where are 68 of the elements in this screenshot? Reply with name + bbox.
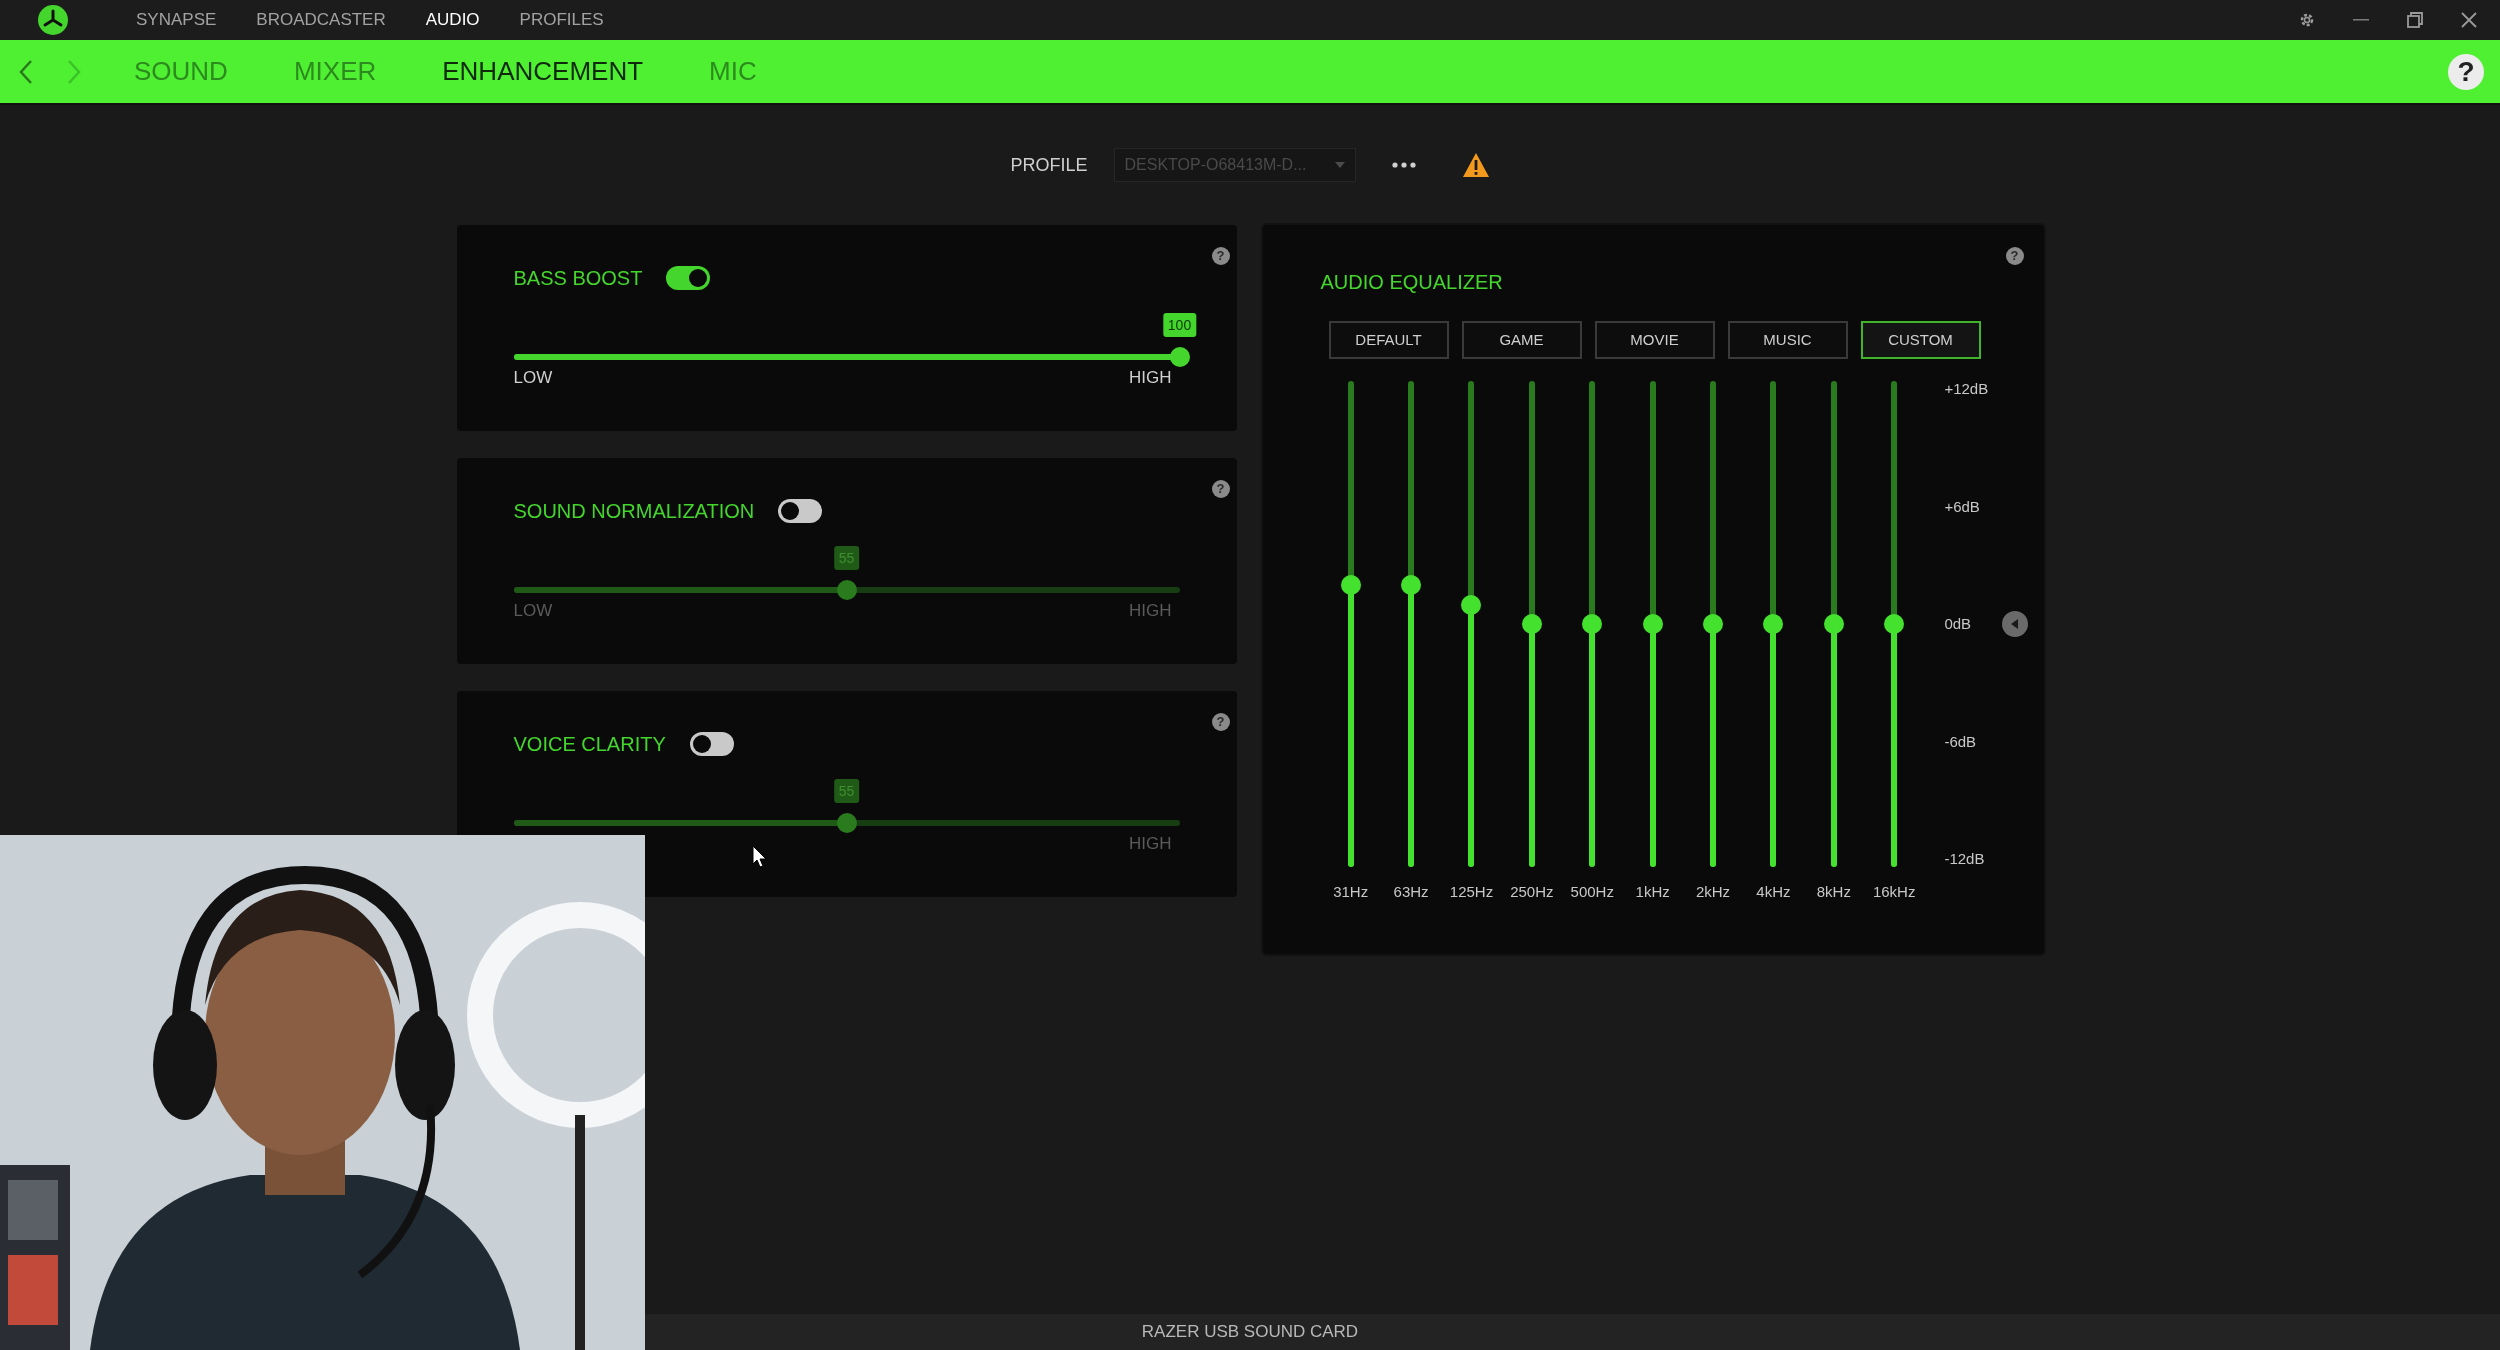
scale-label: -12dB xyxy=(1944,851,1986,867)
equalizer-title: AUDIO EQUALIZER xyxy=(1320,270,1503,291)
eq-slider-thumb[interactable] xyxy=(1521,614,1542,634)
top-tab[interactable]: SYNAPSE xyxy=(136,7,217,33)
low-label: LOW xyxy=(513,367,553,389)
preset-button[interactable]: MUSIC xyxy=(1727,321,1848,359)
help-button[interactable]: ? xyxy=(1211,713,1230,731)
help-button[interactable]: ? xyxy=(2448,53,2484,90)
device-name: RAZER USB SOUND CARD xyxy=(1141,1321,1359,1344)
restore-icon[interactable] xyxy=(2406,11,2424,29)
toggle-switch[interactable] xyxy=(666,266,711,290)
minimize-icon[interactable] xyxy=(2352,18,2370,22)
profile-label: PROFILE xyxy=(1010,153,1088,177)
help-button[interactable]: ? xyxy=(2005,247,2024,265)
card-title: BASS BOOST xyxy=(513,266,643,291)
top-tab[interactable]: PROFILES xyxy=(519,7,604,33)
cursor-icon xyxy=(752,845,768,869)
band-label: 500Hz xyxy=(1570,882,1614,902)
band-label: 1kHz xyxy=(1635,882,1670,902)
high-label: HIGH xyxy=(1129,600,1172,622)
eq-slider-thumb[interactable] xyxy=(1763,614,1784,634)
eq-slider-thumb[interactable] xyxy=(1703,614,1724,634)
scale-label: +6dB xyxy=(1944,498,1981,515)
band-label: 16kHz xyxy=(1872,882,1916,902)
low-label: LOW xyxy=(513,600,553,622)
eq-slider-thumb[interactable] xyxy=(1461,594,1482,615)
scale-label: 0dB xyxy=(1944,616,1973,632)
band-label: 63Hz xyxy=(1393,882,1429,902)
band-label: 250Hz xyxy=(1510,882,1554,902)
card-title: SOUND NORMALIZATION xyxy=(513,499,755,524)
top-tab[interactable]: BROADCASTER xyxy=(256,7,386,33)
logo-icon[interactable] xyxy=(38,5,68,35)
preset-button[interactable]: CUSTOM xyxy=(1860,321,1981,359)
nav-tab[interactable]: ENHANCEMENT xyxy=(442,52,644,91)
scale-label: -6dB xyxy=(1944,733,1978,750)
top-tab[interactable]: AUDIO xyxy=(425,7,480,33)
high-label: HIGH xyxy=(1129,367,1172,389)
band-label: 4kHz xyxy=(1756,882,1791,902)
band-label: 125Hz xyxy=(1449,882,1494,902)
eq-slider-thumb[interactable] xyxy=(1823,614,1844,634)
toggle-switch[interactable] xyxy=(778,499,823,523)
band-label: 2kHz xyxy=(1695,882,1731,902)
slider-thumb[interactable] xyxy=(1169,347,1190,367)
back-icon[interactable] xyxy=(18,58,34,85)
toggle-switch[interactable] xyxy=(689,732,734,756)
eq-slider-thumb[interactable] xyxy=(1642,614,1663,634)
eq-slider-thumb[interactable] xyxy=(1401,575,1422,596)
high-label: HIGH xyxy=(1129,833,1172,855)
preset-button[interactable]: GAME xyxy=(1461,321,1582,359)
card-title: VOICE CLARITY xyxy=(513,732,666,757)
slider-thumb[interactable] xyxy=(836,813,857,833)
value-badge: 100 xyxy=(1162,313,1197,337)
scale-label: +12dB xyxy=(1944,381,1989,397)
preset-button[interactable]: MOVIE xyxy=(1594,321,1715,359)
slider-thumb[interactable] xyxy=(836,580,857,600)
help-button[interactable]: ? xyxy=(1211,247,1230,265)
settings-icon[interactable] xyxy=(2298,11,2316,29)
band-label: 8kHz xyxy=(1816,882,1851,902)
more-icon[interactable] xyxy=(1391,162,1416,168)
close-icon[interactable] xyxy=(2460,11,2478,29)
eq-slider-thumb[interactable] xyxy=(1582,614,1603,634)
eq-slider-thumb[interactable] xyxy=(1884,614,1905,634)
preset-button[interactable]: DEFAULT xyxy=(1328,321,1449,359)
eq-slider-thumb[interactable] xyxy=(1340,575,1361,596)
caret-icon xyxy=(1334,162,1345,168)
band-label: 31Hz xyxy=(1333,882,1369,902)
help-button[interactable]: ? xyxy=(1211,480,1230,498)
reset-icon[interactable] xyxy=(2002,611,2029,637)
